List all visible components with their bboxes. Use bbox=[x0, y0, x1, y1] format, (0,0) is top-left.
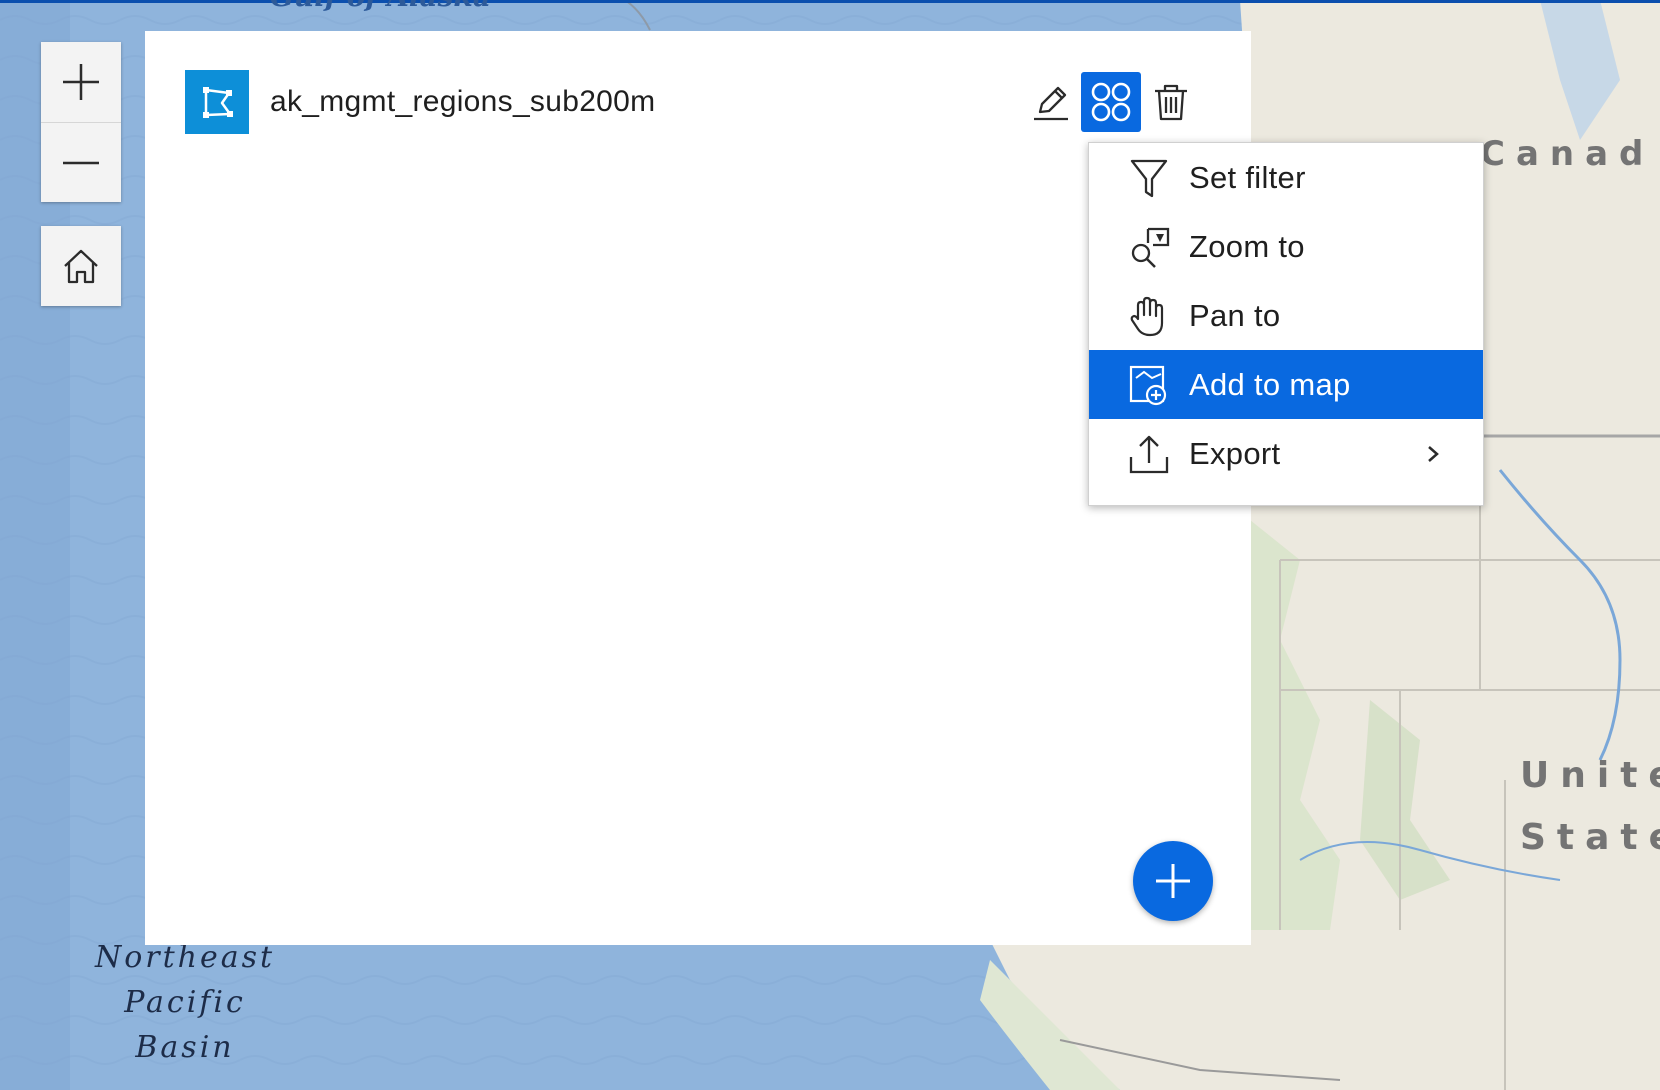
chevron-right-icon bbox=[1428, 446, 1439, 462]
minus-icon bbox=[63, 161, 99, 165]
menu-item-add-to-map[interactable]: Add to map bbox=[1089, 350, 1483, 419]
export-icon bbox=[1127, 432, 1171, 476]
pencil-icon bbox=[1034, 86, 1068, 121]
delete-button[interactable] bbox=[1141, 72, 1201, 132]
edit-button[interactable] bbox=[1021, 72, 1081, 132]
zoom-controls bbox=[41, 42, 121, 202]
layer-actions bbox=[1021, 70, 1201, 134]
menu-item-label: Export bbox=[1189, 435, 1281, 471]
ocean-label-line3: Basin bbox=[135, 1030, 235, 1065]
polygon-icon bbox=[203, 87, 233, 118]
home-button[interactable] bbox=[41, 226, 121, 306]
layer-list-panel: ak_mgmt_regions_sub200m bbox=[145, 31, 1251, 945]
zoom-to-icon bbox=[1127, 225, 1171, 269]
us-label-line2: State bbox=[1520, 817, 1660, 858]
hand-icon bbox=[1127, 294, 1171, 338]
filter-icon bbox=[1127, 156, 1171, 200]
layer-options-menu: Set filter Zoom to Pan to Add to map Exp… bbox=[1088, 142, 1484, 506]
menu-item-pan-to[interactable]: Pan to bbox=[1089, 281, 1483, 350]
gulf-label: Gulf of Alaska bbox=[270, 0, 491, 14]
top-border bbox=[0, 0, 1660, 3]
trash-icon bbox=[1155, 84, 1187, 121]
menu-item-label: Pan to bbox=[1189, 297, 1281, 333]
ocean-label-line2: Pacific bbox=[124, 985, 246, 1020]
add-layer-button[interactable] bbox=[1133, 841, 1213, 921]
zoom-out-button[interactable] bbox=[41, 122, 121, 203]
layer-name: ak_mgmt_regions_sub200m bbox=[270, 85, 656, 118]
menu-item-export[interactable]: Export bbox=[1089, 419, 1483, 488]
menu-item-label: Zoom to bbox=[1189, 228, 1305, 264]
plus-icon bbox=[1156, 864, 1190, 898]
home-icon bbox=[64, 249, 98, 284]
add-to-map-icon bbox=[1127, 363, 1171, 407]
canada-label: Canad bbox=[1480, 134, 1655, 174]
menu-item-set-filter[interactable]: Set filter bbox=[1089, 143, 1483, 212]
plus-icon bbox=[63, 64, 99, 100]
us-label-line1: Unite bbox=[1520, 755, 1660, 796]
united-states-label: Unite State bbox=[1520, 745, 1660, 869]
four-circles-icon bbox=[1091, 82, 1131, 122]
layer-thumbnail bbox=[185, 70, 249, 134]
menu-item-label: Add to map bbox=[1189, 366, 1351, 402]
zoom-in-button[interactable] bbox=[41, 42, 121, 122]
menu-item-label: Set filter bbox=[1189, 159, 1306, 195]
layer-item[interactable]: ak_mgmt_regions_sub200m bbox=[185, 70, 1201, 134]
ocean-label: Northeast Pacific Basin bbox=[70, 935, 300, 1070]
more-options-button[interactable] bbox=[1081, 72, 1141, 132]
menu-item-zoom-to[interactable]: Zoom to bbox=[1089, 212, 1483, 281]
